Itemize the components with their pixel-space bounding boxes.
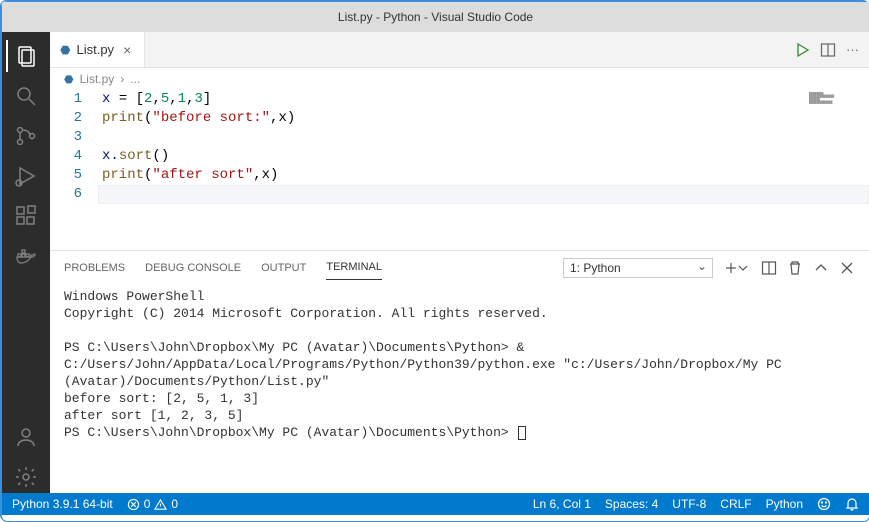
explorer-icon[interactable] (6, 40, 38, 72)
breadcrumb-file: List.py (80, 72, 115, 86)
split-editor-icon[interactable] (820, 42, 836, 58)
activity-bar (2, 32, 50, 493)
breadcrumb[interactable]: ⬣ List.py › ... (50, 68, 869, 90)
status-problems[interactable]: 0 0 (127, 497, 178, 511)
tab-filename: List.py (76, 42, 114, 57)
tab-terminal[interactable]: TERMINAL (326, 255, 382, 280)
account-icon[interactable] (10, 421, 42, 453)
extensions-icon[interactable] (10, 200, 42, 232)
settings-gear-icon[interactable] (10, 461, 42, 493)
tab-problems[interactable]: PROBLEMS (64, 256, 125, 280)
status-eol[interactable]: CRLF (720, 497, 751, 511)
maximize-panel-icon[interactable] (813, 260, 829, 276)
code-area[interactable]: x = [2,5,1,3] print("before sort:",x) x.… (98, 90, 869, 250)
code-editor[interactable]: 1 2 3 4 5 6 x = [2,5,1,3] print("before … (50, 90, 869, 250)
status-encoding[interactable]: UTF-8 (672, 497, 706, 511)
source-control-icon[interactable] (10, 120, 42, 152)
breadcrumb-chevron-icon: › (120, 72, 124, 86)
terminal-output[interactable]: Windows PowerShell Copyright (C) 2014 Mi… (50, 284, 869, 493)
new-terminal-icon[interactable] (723, 260, 751, 276)
editor-tab[interactable]: ⬣ List.py × (50, 32, 145, 67)
notifications-bell-icon[interactable] (845, 497, 859, 511)
close-panel-icon[interactable] (839, 260, 855, 276)
kill-terminal-icon[interactable] (787, 260, 803, 276)
tab-output[interactable]: OUTPUT (261, 256, 306, 280)
status-indent[interactable]: Spaces: 4 (605, 497, 658, 511)
feedback-icon[interactable] (817, 497, 831, 511)
run-icon[interactable] (794, 42, 810, 58)
tab-bar: ⬣ List.py × ··· (50, 32, 869, 68)
search-icon[interactable] (10, 80, 42, 112)
tab-close-icon[interactable]: × (120, 42, 134, 58)
python-file-icon: ⬣ (60, 43, 70, 57)
tab-debug-console[interactable]: DEBUG CONSOLE (145, 256, 241, 280)
debug-icon[interactable] (10, 160, 42, 192)
bottom-panel: PROBLEMS DEBUG CONSOLE OUTPUT TERMINAL W… (50, 250, 869, 493)
docker-icon[interactable] (10, 240, 42, 272)
status-python-version[interactable]: Python 3.9.1 64-bit (12, 497, 113, 511)
status-language[interactable]: Python (766, 497, 803, 511)
minimap[interactable]: ████████████████████████████████████████… (809, 92, 865, 106)
split-terminal-icon[interactable] (761, 260, 777, 276)
status-cursor-position[interactable]: Ln 6, Col 1 (533, 497, 591, 511)
python-file-icon: ⬣ (64, 73, 74, 86)
status-bar: Python 3.9.1 64-bit 0 0 Ln 6, Col 1 Spac… (2, 493, 869, 515)
terminal-selector[interactable] (563, 258, 713, 278)
more-actions-icon[interactable]: ··· (846, 42, 859, 57)
line-gutter: 1 2 3 4 5 6 (50, 90, 98, 250)
window-title: List.py - Python - Visual Studio Code (2, 2, 869, 32)
breadcrumb-more: ... (130, 72, 140, 86)
terminal-cursor (518, 426, 526, 440)
